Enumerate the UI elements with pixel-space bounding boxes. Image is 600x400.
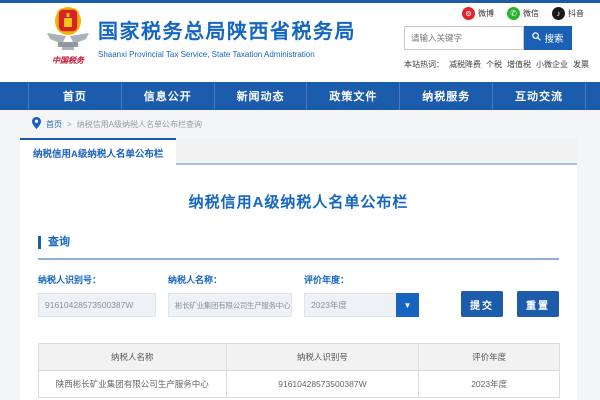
tax-emblem-icon (45, 39, 91, 56)
douyin-icon: ♪ (552, 7, 565, 20)
hot-word-link[interactable]: 个税 (486, 59, 502, 70)
content-panel: 纳税信用A级纳税人名单公布栏 纳税信用A级纳税人名单公布栏 查询 纳税人识别号：… (20, 138, 577, 400)
reset-button[interactable]: 重置 (517, 291, 559, 317)
cell-taxpayer-name: 陕西彬长矿业集团有限公司生产服务中心 (39, 371, 227, 398)
site-title: 国家税务总局陕西省税务局 (98, 15, 356, 44)
breadcrumb: 首页 > 纳税信用A级纳税人名单公布栏查询 (32, 113, 202, 135)
taxpayer-name-group: 纳税人名称： 彬长矿业集团有限公司生产服务中心 (168, 273, 292, 317)
evaluation-year-label: 评价年度： (304, 273, 419, 286)
col-header-eval-year: 评价年度 (419, 344, 560, 371)
search-button-label: 搜索 (544, 31, 563, 45)
social-links: ⊚ 微博 ✆ 微信 ♪ 抖音 (462, 7, 584, 20)
wechat-icon: ✆ (507, 7, 520, 20)
nav-item-tax-service[interactable]: 纳税服务 (399, 82, 492, 110)
search-input[interactable] (404, 26, 524, 50)
site-header: 中国税务 国家税务总局陕西省税务局 Shaanxi Provincial Tax… (0, 3, 600, 82)
nav-item-news[interactable]: 新闻动态 (214, 82, 307, 110)
result-table: 纳税人名称 纳税人识别号 评价年度 陕西彬长矿业集团有限公司生产服务中心 916… (38, 343, 560, 398)
hot-word-link[interactable]: 小微企业 (536, 59, 568, 70)
nav-left-pad (0, 82, 28, 110)
site-search: 搜索 (404, 26, 572, 50)
douyin-label: 抖音 (568, 8, 584, 19)
weibo-label: 微博 (478, 8, 494, 19)
cell-eval-year: 2023年度 (419, 371, 560, 398)
weibo-link[interactable]: ⊚ 微博 (462, 7, 494, 20)
douyin-link[interactable]: ♪ 抖音 (552, 7, 584, 20)
taxpayer-id-group: 纳税人识别号： 91610428573500387W (38, 273, 156, 317)
logo-caption: 中国税务 (42, 55, 94, 66)
tab-bar-filler (176, 138, 577, 165)
hot-words: 本站热词： 减税降费 个税 增值税 小微企业 发票 (404, 59, 589, 70)
chevron-down-icon[interactable]: ▼ (396, 293, 419, 317)
breadcrumb-current: 纳税信用A级纳税人名单公布栏查询 (77, 119, 202, 130)
taxpayer-id-field[interactable]: 91610428573500387W (38, 293, 156, 317)
search-icon (532, 32, 541, 44)
query-section-heading: 查询 (38, 236, 559, 249)
main-nav: 首页 信息公开 新闻动态 政策文件 纳税服务 互动交流 (0, 82, 600, 110)
taxpayer-name-field[interactable]: 彬长矿业集团有限公司生产服务中心 (168, 293, 292, 317)
tab-bar: 纳税信用A级纳税人名单公布栏 (20, 138, 577, 165)
query-section-divider (38, 258, 559, 260)
evaluation-year-group: 评价年度： 2023年度 ▼ (304, 273, 419, 317)
nav-item-interaction[interactable]: 互动交流 (492, 82, 585, 110)
page-title: 纳税信用A级纳税人名单公布栏 (20, 191, 577, 212)
evaluation-year-select[interactable]: 2023年度 ▼ (304, 293, 419, 317)
hot-word-link[interactable]: 发票 (573, 59, 589, 70)
hot-word-link[interactable]: 减税降费 (449, 59, 481, 70)
table-row: 陕西彬长矿业集团有限公司生产服务中心 91610428573500387W 20… (39, 371, 560, 398)
hot-word-link[interactable]: 增值税 (507, 59, 531, 70)
taxpayer-name-label: 纳税人名称： (168, 273, 292, 286)
hot-words-label: 本站热词： (404, 59, 444, 70)
col-header-taxpayer-id: 纳税人识别号 (226, 344, 419, 371)
site-logo: 中国税务 (42, 6, 94, 66)
evaluation-year-value: 2023年度 (304, 293, 396, 317)
location-pin-icon (32, 117, 41, 131)
site-brand: 国家税务总局陕西省税务局 Shaanxi Provincial Tax Serv… (98, 15, 356, 59)
submit-button[interactable]: 提交 (461, 291, 503, 317)
breadcrumb-home-link[interactable]: 首页 (46, 119, 62, 130)
site-subtitle: Shaanxi Provincial Tax Service, State Ta… (98, 50, 356, 59)
nav-item-policy[interactable]: 政策文件 (306, 82, 399, 110)
col-header-taxpayer-name: 纳税人名称 (39, 344, 227, 371)
tab-a-level-taxpayer-list[interactable]: 纳税信用A级纳税人名单公布栏 (20, 138, 176, 165)
weibo-icon: ⊚ (462, 7, 475, 20)
table-header-row: 纳税人名称 纳税人识别号 评价年度 (39, 344, 560, 371)
nav-item-home[interactable]: 首页 (28, 82, 121, 110)
nav-right-pad (585, 82, 600, 110)
query-form: 纳税人识别号： 91610428573500387W 纳税人名称： 彬长矿业集团… (38, 273, 559, 317)
nav-item-info[interactable]: 信息公开 (121, 82, 214, 110)
breadcrumb-separator: > (67, 120, 72, 129)
wechat-link[interactable]: ✆ 微信 (507, 7, 539, 20)
wechat-label: 微信 (523, 8, 539, 19)
cell-taxpayer-id: 91610428573500387W (226, 371, 419, 398)
search-button[interactable]: 搜索 (524, 26, 572, 50)
taxpayer-id-label: 纳税人识别号： (38, 273, 156, 286)
